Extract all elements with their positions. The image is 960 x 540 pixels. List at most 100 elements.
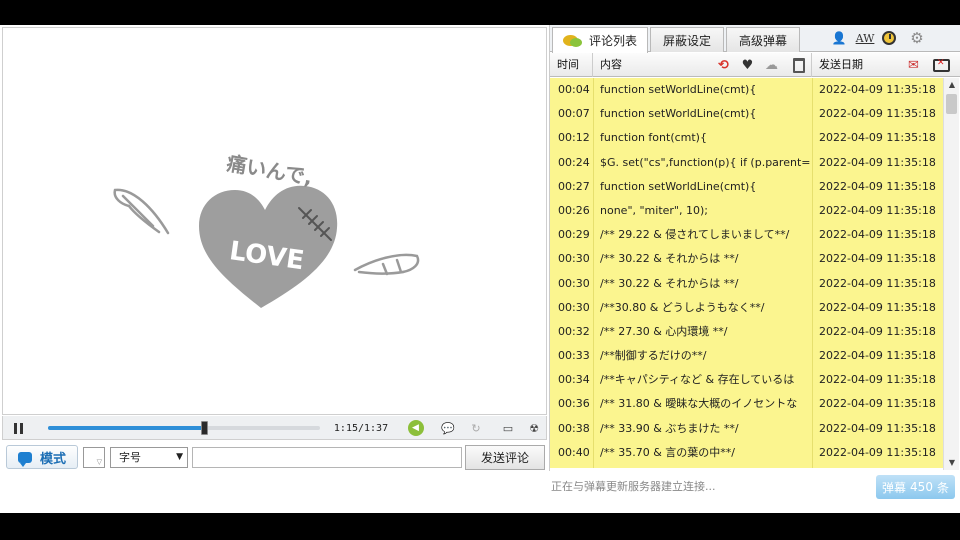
control-bar: 1:15/1:37 ◀ 💬 ↻ ▭ ☢	[2, 416, 547, 440]
list-header: 时间 内容 发送日期 ⟲ ♥ ☁ ✉	[550, 53, 960, 77]
row-content: /**キャパシティなど & 存在しているは	[600, 373, 795, 387]
comment-panel: 评论列表 屏蔽设定 高级弹幕 👤 AW ⚙ 时间 内容 发送日期 ⟲ ♥ ☁ ✉…	[549, 25, 960, 471]
row-time: 00:07	[558, 107, 590, 121]
list-item[interactable]: 00:27 function setWorldLine(cmt){2022-04-…	[550, 175, 943, 199]
left-wing-icon	[113, 188, 170, 235]
row-date: 2022-04-09 11:35:18	[819, 83, 936, 96]
color-picker[interactable]: ▽	[83, 447, 105, 468]
add-block-icon[interactable]: ♥	[739, 57, 756, 74]
mode-label: 模式	[39, 451, 66, 467]
scroll-thumb[interactable]	[946, 94, 957, 114]
list-item[interactable]: 00:32 /** 27.30 & 心内環境 **/ 2022-04-09 11:3…	[550, 320, 943, 344]
row-content: /** 27.30 & 心内環境 **/	[600, 324, 728, 338]
row-time: 00:12	[558, 131, 590, 145]
tv-icon[interactable]	[933, 57, 950, 74]
clear-list-icon[interactable]: ✉	[905, 57, 922, 74]
row-content: $G. set("cs",function(p){ if (p.parent=	[600, 155, 810, 169]
right-wing-icon	[353, 253, 420, 276]
scroll-up-icon[interactable]: ▲	[944, 78, 960, 92]
tab-comment-list[interactable]: 评论列表	[552, 27, 648, 53]
list-item[interactable]: 00:26 none", "miter", 10); 2022-04-09 11:3…	[550, 199, 943, 223]
list-item[interactable]: 00:24 $G. set("cs",function(p){ if (p.par…	[550, 151, 943, 175]
list-item[interactable]: 00:33 /**制御するだけの**/ 2022-04-09 11:35:18	[550, 344, 943, 368]
row-content: /** 31.80 & 曖昧な大概のイノセントな	[600, 397, 798, 411]
row-date: 2022-04-09 11:35:18	[819, 276, 936, 290]
comment-input[interactable]	[192, 447, 462, 468]
row-content: /** 33.90 & ぶちまけた **/	[600, 421, 739, 435]
row-content: function setWorldLine(cmt){	[600, 83, 757, 96]
loop-button[interactable]: ↻	[467, 419, 485, 437]
comment-input-bar: 模式 ▽ 字号 ▼ 发送评论	[2, 444, 547, 472]
list-item[interactable]: 00:12 function font(cmt){ 2022-04-09 11:35…	[550, 126, 943, 150]
row-content: none", "miter", 10);	[600, 203, 708, 217]
gear-icon[interactable]: ⚙	[908, 29, 926, 47]
progress-handle[interactable]	[201, 421, 209, 435]
list-item[interactable]: 00:36 /** 31.80 & 曖昧な大概のイノセントな 2022-04-09 …	[550, 392, 943, 416]
progress-bar[interactable]	[48, 421, 320, 435]
list-item[interactable]: 00:34 /**キャパシティなど & 存在しているは 2022-04-09 11:…	[550, 368, 943, 392]
row-date: 2022-04-09 11:35:18	[819, 131, 936, 145]
loop-icon: ↻	[471, 421, 481, 435]
danmaku-count-badge[interactable]: 弹幕 450 条	[876, 475, 955, 499]
row-date: 2022-04-09 11:35:18	[819, 203, 936, 217]
header-time[interactable]: 时间	[550, 53, 593, 77]
row-time: 00:30	[558, 276, 590, 290]
row-time: 00:40	[558, 445, 590, 459]
fullscreen-button[interactable]: ☢	[524, 419, 544, 437]
row-date: 2022-04-09 11:35:18	[819, 397, 936, 411]
list-item[interactable]: 00:07 function setWorldLine(cmt){2022-04-…	[550, 102, 943, 126]
row-time: 00:32	[558, 324, 590, 338]
tab-advanced-danmaku[interactable]: 高级弹幕	[726, 27, 800, 52]
cloud-icon[interactable]: ☁	[763, 57, 780, 74]
list-item[interactable]: 00:30 /** 30.22 & それからは **/ 2022-04-09 11:…	[550, 272, 943, 296]
row-date: 2022-04-09 11:35:18	[819, 445, 936, 459]
row-date: 2022-04-09 11:35:18	[819, 421, 936, 435]
row-time: 00:26	[558, 203, 590, 217]
widescreen-icon: ▭	[502, 421, 514, 435]
row-date: 2022-04-09 11:35:18	[819, 179, 936, 193]
row-time: 00:33	[558, 349, 590, 363]
clock-icon[interactable]	[880, 29, 898, 47]
row-content: /**30.80 & どうしようもなく**/	[600, 300, 765, 314]
fullscreen-icon: ☢	[529, 421, 539, 435]
font-size-select[interactable]: 字号 ▼	[110, 447, 188, 468]
video-viewport[interactable]: LOVE 痛いんで,	[2, 27, 547, 415]
list-item[interactable]: 00:04 function setWorldLine(cmt){2022-04-…	[550, 78, 943, 102]
row-content: /** 30.22 & それからは **/	[600, 252, 739, 266]
mode-button[interactable]: 模式	[6, 445, 78, 469]
tab-block-settings[interactable]: 屏蔽设定	[650, 27, 724, 52]
dropdown-arrow-icon: ▼	[176, 452, 183, 462]
list-item[interactable]: 00:40 /** 35.70 & 言の葉の中**/ 2022-04-09 11:3…	[550, 441, 943, 465]
aw-icon[interactable]: AW	[856, 29, 875, 47]
list-item[interactable]: 00:29 /** 29.22 & 侵されてしまいまして**/ 2022-04-09…	[550, 223, 943, 247]
user-icon[interactable]: 👤	[830, 29, 848, 47]
comment-list[interactable]: 00:04 function setWorldLine(cmt){2022-04-…	[550, 78, 943, 468]
danmaku-toggle-button[interactable]: 💬	[439, 419, 457, 437]
video-frame-art: LOVE 痛いんで,	[113, 151, 420, 308]
list-item[interactable]: 00:38 /** 33.90 & ぶちまけた **/ 2022-04-09 11:…	[550, 417, 943, 441]
scroll-down-icon[interactable]: ▼	[944, 456, 960, 470]
panel-tabs: 评论列表 屏蔽设定 高级弹幕 👤 AW ⚙	[550, 25, 960, 53]
row-date: 2022-04-09 11:35:18	[819, 155, 936, 169]
time-readout: 1:15/1:37	[333, 422, 389, 434]
row-date: 2022-04-09 11:35:18	[819, 107, 936, 121]
danmaku-unit: 条	[936, 480, 949, 495]
speech-bubble-icon: 💬	[441, 421, 455, 435]
refresh-icon[interactable]: ⟲	[715, 57, 732, 74]
row-content: function font(cmt){	[600, 131, 707, 145]
pause-button[interactable]	[9, 419, 27, 437]
list-item[interactable]: 00:30 /**30.80 & どうしようもなく**/ 2022-04-09 11…	[550, 296, 943, 320]
volume-button[interactable]: ◀	[406, 419, 425, 437]
row-date: 2022-04-09 11:35:18	[819, 252, 936, 266]
row-time: 00:29	[558, 228, 590, 242]
trash-icon[interactable]	[790, 57, 807, 74]
row-time: 00:30	[558, 252, 590, 266]
tab-label: 评论列表	[588, 34, 637, 48]
list-item[interactable]: 00:30 /** 30.22 & それからは **/ 2022-04-09 11:…	[550, 247, 943, 271]
art-caption: 痛いんで,	[225, 151, 314, 190]
send-comment-button[interactable]: 发送评论	[465, 445, 545, 470]
widescreen-button[interactable]: ▭	[496, 419, 520, 437]
row-time: 00:36	[558, 397, 590, 411]
scrollbar[interactable]: ▲ ▼	[943, 78, 959, 470]
chat-bubble-icon	[17, 451, 32, 467]
